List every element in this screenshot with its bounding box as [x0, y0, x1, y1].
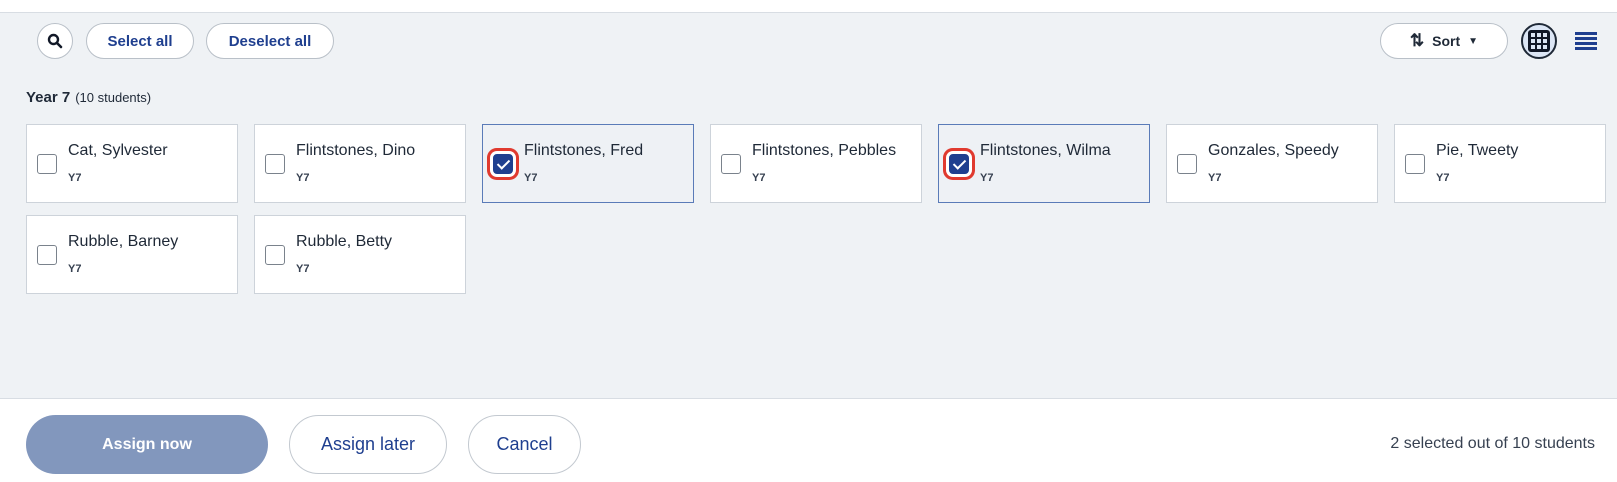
student-name: Flintstones, Dino [296, 142, 416, 159]
student-year: Y7 [296, 172, 310, 184]
student-card[interactable]: Cat, Sylvester Y7 [26, 124, 238, 203]
student-name: Pie, Tweety [1436, 142, 1519, 159]
student-year: Y7 [524, 172, 538, 184]
student-checkbox[interactable] [949, 154, 969, 174]
search-button[interactable] [37, 23, 73, 59]
student-card[interactable]: Flintstones, Fred Y7 [482, 124, 694, 203]
assign-later-button[interactable]: Assign later [289, 415, 447, 474]
student-year: Y7 [1436, 172, 1450, 184]
student-card[interactable]: Pie, Tweety Y7 [1394, 124, 1606, 203]
student-checkbox[interactable] [493, 154, 513, 174]
list-view-button[interactable] [1575, 32, 1597, 50]
student-name: Rubble, Barney [68, 233, 179, 250]
student-year: Y7 [68, 172, 82, 184]
action-footer: Assign now Assign later Cancel 2 selecte… [0, 398, 1617, 482]
grid-view-icon [1528, 30, 1550, 52]
sort-icon: ⇅ [1409, 31, 1425, 50]
student-checkbox[interactable] [721, 154, 741, 174]
student-card[interactable]: Gonzales, Speedy Y7 [1166, 124, 1378, 203]
sort-button[interactable]: ⇅ Sort ▼ [1380, 23, 1508, 59]
student-card[interactable]: Flintstones, Dino Y7 [254, 124, 466, 203]
student-card[interactable]: Flintstones, Wilma Y7 [938, 124, 1150, 203]
student-card[interactable]: Rubble, Barney Y7 [26, 215, 238, 294]
student-checkbox[interactable] [265, 154, 285, 174]
deselect-all-button[interactable]: Deselect all [206, 23, 334, 59]
group-count: (10 students) [75, 90, 152, 105]
student-name: Flintstones, Pebbles [752, 142, 897, 159]
student-selection-area: Year 7 (10 students) Cat, Sylvester Y7 Fl… [0, 69, 1617, 398]
search-icon [47, 33, 63, 49]
student-card[interactable]: Rubble, Betty Y7 [254, 215, 466, 294]
student-name: Cat, Sylvester [68, 142, 168, 159]
cancel-button[interactable]: Cancel [468, 415, 581, 474]
group-heading: Year 7 (10 students) [26, 89, 151, 106]
selection-status: 2 selected out of 10 students [1390, 435, 1595, 452]
selection-toolbar: Select all Deselect all ⇅ Sort ▼ [0, 13, 1617, 69]
student-checkbox[interactable] [37, 245, 57, 265]
student-name: Flintstones, Fred [524, 142, 644, 159]
student-year: Y7 [68, 263, 82, 275]
student-year: Y7 [1208, 172, 1222, 184]
student-year: Y7 [296, 263, 310, 275]
student-checkbox[interactable] [1405, 154, 1425, 174]
top-divider [0, 0, 1617, 13]
student-year: Y7 [752, 172, 766, 184]
student-name: Gonzales, Speedy [1208, 142, 1339, 159]
student-checkbox[interactable] [1177, 154, 1197, 174]
student-checkbox[interactable] [37, 154, 57, 174]
list-view-icon [1575, 32, 1597, 35]
student-name: Rubble, Betty [296, 233, 393, 250]
student-year: Y7 [980, 172, 994, 184]
assign-now-button[interactable]: Assign now [26, 415, 268, 474]
grid-view-button[interactable] [1521, 23, 1557, 59]
sort-label: Sort [1432, 33, 1461, 49]
student-card[interactable]: Flintstones, Pebbles Y7 [710, 124, 922, 203]
student-name: Flintstones, Wilma [980, 142, 1111, 159]
group-title: Year 7 [26, 89, 71, 106]
student-checkbox[interactable] [265, 245, 285, 265]
select-all-button[interactable]: Select all [86, 23, 194, 59]
chevron-down-icon: ▼ [1468, 35, 1479, 47]
